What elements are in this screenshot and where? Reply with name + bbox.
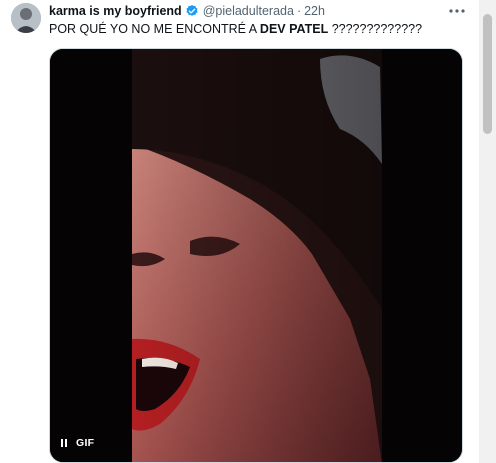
gif-controls: GIF — [58, 434, 94, 452]
avatar[interactable] — [11, 3, 41, 33]
tweet-text-part: POR QUÉ YO NO ME ENCONTRÉ A — [49, 22, 260, 36]
gif-badge: GIF — [76, 437, 95, 449]
tweet-text: POR QUÉ YO NO ME ENCONTRÉ A DEV PATEL ??… — [49, 21, 422, 37]
scrollbar-thumb[interactable] — [483, 14, 492, 134]
timestamp[interactable]: 22h — [304, 4, 325, 18]
scrollbar[interactable] — [479, 0, 496, 463]
tweet-header: karma is my boyfriend @pieladulterada · … — [49, 3, 325, 19]
tweet-text-bold: DEV PATEL — [259, 22, 329, 36]
separator-dot: · — [296, 4, 302, 18]
more-options-icon[interactable] — [446, 2, 468, 20]
user-handle[interactable]: @pieladulterada — [203, 4, 294, 18]
display-name[interactable]: karma is my boyfriend — [49, 4, 182, 18]
gif-frame-image — [50, 49, 462, 462]
tweet-card[interactable]: karma is my boyfriend @pieladulterada · … — [0, 0, 496, 463]
gif-media[interactable]: GIF — [49, 48, 463, 463]
pause-icon[interactable] — [58, 437, 70, 449]
tweet-text-part: ????????????? — [328, 22, 423, 36]
verified-badge-icon — [185, 4, 199, 18]
